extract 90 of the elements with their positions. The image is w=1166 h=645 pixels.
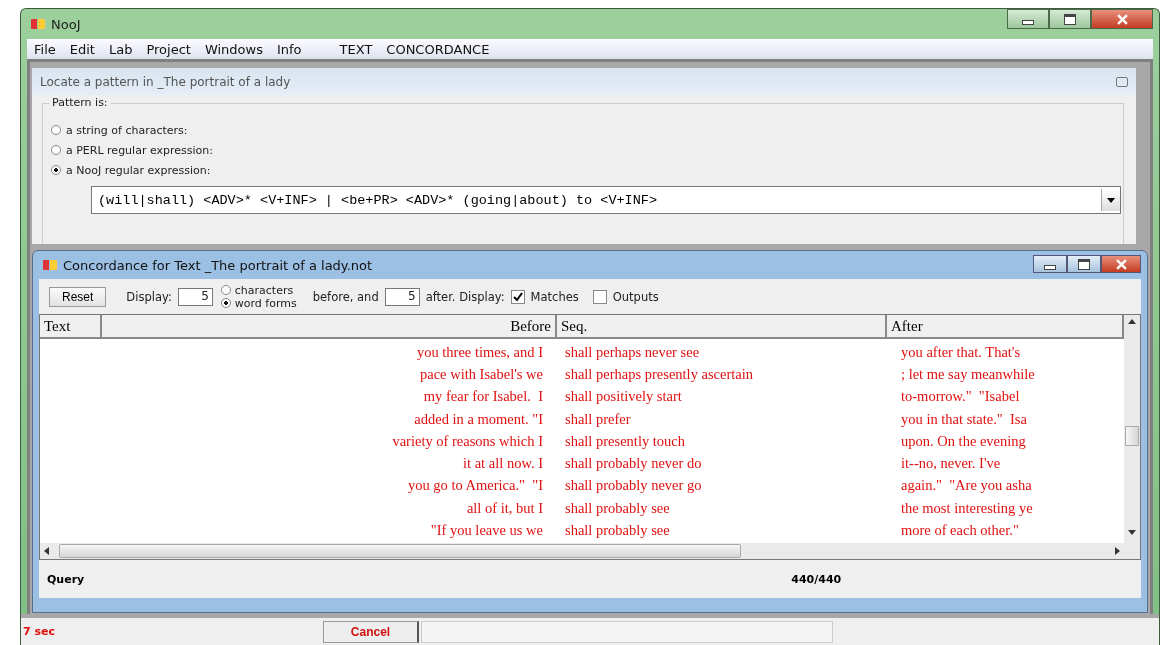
table-cell-text: you in that state." Isa <box>900 410 1028 428</box>
table-cell-text: shall probably never do <box>564 455 703 473</box>
table-cell-text: you three times, and I <box>415 343 544 361</box>
table-cell-text: shall probably see <box>564 499 671 517</box>
table-cell-text: the most interesting ye <box>900 499 1034 517</box>
dropdown-icon[interactable] <box>1101 189 1120 211</box>
table-cell-text: shall prefer <box>564 410 632 428</box>
table-cell-text: shall presently touch <box>564 432 686 450</box>
minimize-button[interactable] <box>1007 9 1049 29</box>
scroll-up-icon[interactable] <box>1128 319 1136 324</box>
checkbox[interactable] <box>510 289 525 304</box>
radio-button[interactable] <box>51 145 61 155</box>
scroll-down-icon[interactable] <box>1128 530 1136 535</box>
table-cell-text: my fear for Isabel. I <box>422 388 544 406</box>
table-cell-text: shall positively start <box>564 388 683 406</box>
vertical-scrollbar[interactable] <box>1124 315 1140 559</box>
checkbox[interactable] <box>592 289 607 304</box>
column-header[interactable]: Text <box>40 315 102 337</box>
radio-button[interactable] <box>51 165 61 175</box>
menu-item[interactable]: CONCORDANCE <box>379 41 497 57</box>
cancel-button[interactable]: Cancel <box>323 620 419 643</box>
table-cell-text: again." "Are you asha <box>900 477 1033 495</box>
table-cell-text: you go to America." "I <box>406 477 544 495</box>
close-icon <box>1115 258 1127 270</box>
column-header[interactable]: Seq. <box>557 315 887 337</box>
option-label[interactable]: a string of characters: <box>66 123 188 137</box>
display-label: after. Display: <box>425 289 505 304</box>
menu-item[interactable]: TEXT <box>332 41 380 57</box>
radio-button[interactable] <box>220 285 231 295</box>
between-label: before, and <box>312 289 379 304</box>
table-cell-text: shall perhaps presently ascertain <box>564 365 755 383</box>
table-cell-text: it at all now. I <box>462 455 544 473</box>
radio-button[interactable] <box>51 125 61 135</box>
app-icon <box>43 260 57 270</box>
table-cell-text: all of it, but I <box>465 499 544 517</box>
match-count: 440/440 <box>791 572 842 586</box>
table-cell-text: shall probably never go <box>564 477 703 495</box>
elapsed-time: 7 sec <box>22 625 56 638</box>
scroll-thumb[interactable] <box>1125 426 1139 446</box>
table-cell-text: added in a moment. "I <box>413 410 544 428</box>
maximize-button[interactable] <box>1049 9 1091 29</box>
minimize-icon <box>1044 264 1056 270</box>
table-cell-text: variety of reasons which I <box>391 432 544 450</box>
pattern-combo[interactable]: (will|shall) <ADV>* <V+INF> | <be+PR> <ADV>* (going|about) to <V+INF> <box>91 186 1121 214</box>
maximize-button[interactable] <box>1067 255 1101 273</box>
table-cell-text: more of each other." <box>900 522 1020 539</box>
option-label[interactable]: a PERL regular expression: <box>66 143 213 157</box>
table-cell-text: ; let me say meanwhile <box>900 365 1036 383</box>
reset-button[interactable]: Reset <box>49 286 107 307</box>
query-label: Query <box>47 572 85 586</box>
menu-item[interactable]: Edit <box>62 41 102 57</box>
checkbox-label[interactable]: Outputs <box>612 289 659 304</box>
menu-item[interactable]: Lab <box>101 41 140 57</box>
close-icon <box>1116 13 1128 25</box>
menu-item[interactable]: Windows <box>197 41 270 57</box>
option-label[interactable]: characters <box>234 283 294 297</box>
checkbox-label[interactable]: Matches <box>530 289 579 304</box>
scroll-left-icon[interactable] <box>44 547 49 555</box>
table-cell-text: pace with Isabel's we <box>419 365 544 383</box>
option-label[interactable]: word forms <box>234 296 297 310</box>
maximize-icon <box>1064 13 1076 25</box>
number-field[interactable]: 5 <box>177 287 213 306</box>
number-field[interactable]: 5 <box>384 287 420 306</box>
column-header[interactable]: Before <box>102 315 557 337</box>
table-cell-text: you after that. That's <box>900 343 1022 361</box>
window-title: NooJ <box>51 16 81 32</box>
table-cell-text: it--no, never. I've <box>900 455 1002 473</box>
table-cell-text: shall probably see <box>564 522 671 539</box>
panel-title: Locate a pattern in _The portrait of a lady <box>40 74 291 89</box>
maximize-icon <box>1078 258 1090 270</box>
display-label: Display: <box>126 289 172 304</box>
minimize-icon <box>1022 19 1034 25</box>
close-button[interactable] <box>1091 9 1153 29</box>
app-icon <box>31 19 45 29</box>
window-title: Concordance for Text _The portrait of a lady.not <box>63 257 373 273</box>
group-label: Pattern is: <box>49 96 111 109</box>
table-cell-text: to-morrow." "Isabel <box>900 388 1021 406</box>
table-cell-text: upon. On the evening <box>900 432 1027 450</box>
menu-item[interactable]: Info <box>269 41 309 57</box>
menu-item[interactable]: Project <box>139 41 198 57</box>
close-button[interactable] <box>1101 255 1141 273</box>
minimize-button[interactable] <box>1033 255 1067 273</box>
scroll-thumb[interactable] <box>59 544 741 558</box>
option-label[interactable]: a NooJ regular expression: <box>66 163 211 177</box>
menu-item[interactable]: File <box>27 41 63 57</box>
table-cell-text: shall perhaps never see <box>564 343 701 361</box>
radio-button[interactable] <box>220 298 231 308</box>
table-cell-text: "If you leave us we <box>429 522 544 539</box>
close-icon[interactable] <box>1116 76 1128 87</box>
horizontal-scrollbar[interactable] <box>40 543 1124 559</box>
